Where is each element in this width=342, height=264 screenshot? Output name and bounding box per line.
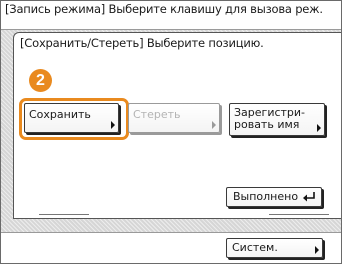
screen-frame bbox=[0, 0, 342, 264]
